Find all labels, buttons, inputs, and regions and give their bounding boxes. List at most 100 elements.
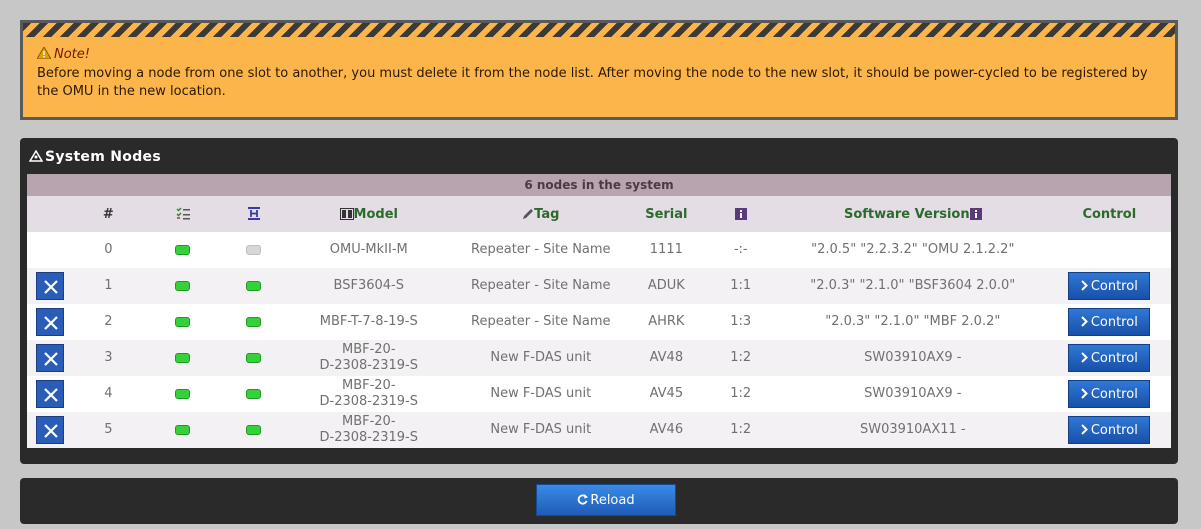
info-icon bbox=[969, 207, 982, 220]
close-icon bbox=[44, 388, 59, 402]
footer-bar: Reload bbox=[20, 478, 1178, 524]
table-row: 0 OMU-MkII-M Repeater - Site Name 1111 -… bbox=[27, 232, 1171, 268]
reload-button[interactable]: Reload bbox=[536, 484, 676, 516]
row-serial: AV48 bbox=[629, 340, 704, 376]
header-model: Model bbox=[285, 196, 453, 232]
control-button[interactable]: Control bbox=[1068, 272, 1151, 300]
table-row: 1 BSF3604-S Repeater - Site Name ADUK 1:… bbox=[27, 268, 1171, 304]
row-tag: New F-DAS unit bbox=[452, 412, 630, 448]
row-slot: 1:2 bbox=[703, 376, 778, 412]
row-model: MBF-20- D-2308-2319-S bbox=[285, 340, 453, 376]
row-tag: New F-DAS unit bbox=[452, 340, 630, 376]
table-row: 5 MBF-20- D-2308-2319-S New F-DAS unit AV… bbox=[27, 412, 1171, 448]
delete-node-button[interactable] bbox=[36, 308, 65, 336]
status-led-green bbox=[175, 280, 191, 291]
header-tag: Tag bbox=[452, 196, 630, 232]
row-serial: AV46 bbox=[629, 412, 704, 448]
status-led-green bbox=[175, 316, 191, 327]
header-status-list bbox=[143, 196, 223, 232]
note-text: Before moving a node from one slot to an… bbox=[37, 66, 1148, 99]
row-model: BSF3604-S bbox=[285, 268, 453, 304]
chevron-right-icon bbox=[1081, 424, 1088, 435]
row-tag: Repeater - Site Name bbox=[452, 268, 630, 304]
row-index: 3 bbox=[73, 340, 144, 376]
row-slot: 1:2 bbox=[703, 340, 778, 376]
row-model: OMU-MkII-M bbox=[285, 232, 453, 268]
delete-node-button[interactable] bbox=[36, 272, 65, 300]
row-serial: AHRK bbox=[629, 304, 704, 340]
row-index: 4 bbox=[73, 376, 144, 412]
header-control: Control bbox=[1047, 196, 1171, 232]
row-index: 1 bbox=[73, 268, 144, 304]
row-serial: AV45 bbox=[629, 376, 704, 412]
row-software: SW03910AX9 - bbox=[777, 376, 1048, 412]
delete-node-button[interactable] bbox=[36, 344, 65, 372]
status-led-green bbox=[175, 424, 191, 435]
delete-node-button[interactable] bbox=[36, 380, 65, 408]
control-button[interactable]: Control bbox=[1068, 416, 1151, 444]
refresh-icon bbox=[578, 494, 589, 505]
note-box: Note! Before moving a node from one slot… bbox=[20, 20, 1178, 120]
row-software: "2.0.3" "2.1.0" "BSF3604 2.0.0" bbox=[777, 268, 1048, 304]
row-index: 5 bbox=[73, 412, 144, 448]
status-led-green bbox=[175, 244, 191, 255]
row-slot: 1:2 bbox=[703, 412, 778, 448]
header-row: # Model Tag Serial Software Version Cont… bbox=[27, 196, 1171, 232]
row-slot: -:- bbox=[703, 232, 778, 268]
delete-node-button[interactable] bbox=[36, 416, 65, 444]
nodes-table: 6 nodes in the system # Model Tag Serial… bbox=[27, 174, 1171, 448]
warning-icon bbox=[37, 47, 51, 59]
row-tag: Repeater - Site Name bbox=[452, 232, 630, 268]
row-tag: Repeater - Site Name bbox=[452, 304, 630, 340]
sync-icon bbox=[247, 206, 260, 220]
status-led-green bbox=[246, 424, 262, 435]
header-delete bbox=[27, 196, 74, 232]
chevron-right-icon bbox=[1081, 280, 1088, 291]
info-icon bbox=[734, 207, 747, 220]
header-index: # bbox=[73, 196, 144, 232]
row-serial: ADUK bbox=[629, 268, 704, 304]
row-index: 2 bbox=[73, 304, 144, 340]
status-led-green bbox=[246, 388, 262, 399]
header-status-sync bbox=[222, 196, 286, 232]
panel-title: System Nodes bbox=[27, 138, 1171, 174]
header-software: Software Version bbox=[777, 196, 1048, 232]
row-software: "2.0.3" "2.1.0" "MBF 2.0.2" bbox=[777, 304, 1048, 340]
header-serial: Serial bbox=[629, 196, 704, 232]
close-icon bbox=[44, 316, 59, 330]
note-title: Note! bbox=[37, 47, 1175, 62]
summary-row: 6 nodes in the system bbox=[27, 174, 1171, 196]
row-model: MBF-T-7-8-19-S bbox=[285, 304, 453, 340]
model-icon bbox=[339, 207, 354, 220]
hazard-stripes bbox=[23, 23, 1175, 37]
status-led-green bbox=[246, 316, 262, 327]
row-serial: 1111 bbox=[629, 232, 704, 268]
nodes-count: 6 nodes in the system bbox=[27, 174, 1171, 196]
row-tag: New F-DAS unit bbox=[452, 376, 630, 412]
chevron-right-icon bbox=[1081, 388, 1088, 399]
status-led-green bbox=[246, 352, 262, 363]
control-button[interactable]: Control bbox=[1068, 380, 1151, 408]
delete-cell bbox=[27, 232, 74, 268]
row-index: 0 bbox=[73, 232, 144, 268]
row-slot: 1:3 bbox=[703, 304, 778, 340]
control-button[interactable]: Control bbox=[1068, 344, 1151, 372]
close-icon bbox=[44, 352, 59, 366]
row-software: "2.0.5" "2.2.3.2" "OMU 2.1.2.2" bbox=[777, 232, 1048, 268]
status-led-green bbox=[175, 388, 191, 399]
row-model: MBF-20- D-2308-2319-S bbox=[285, 376, 453, 412]
row-software: SW03910AX11 - bbox=[777, 412, 1048, 448]
status-led-green bbox=[175, 352, 191, 363]
row-model: MBF-20- D-2308-2319-S bbox=[285, 412, 453, 448]
pencil-icon bbox=[523, 208, 534, 219]
chevron-right-icon bbox=[1081, 352, 1088, 363]
control-button[interactable]: Control bbox=[1068, 308, 1151, 336]
close-icon bbox=[44, 280, 59, 294]
row-software: SW03910AX9 - bbox=[777, 340, 1048, 376]
network-icon bbox=[29, 150, 43, 162]
table-row: 4 MBF-20- D-2308-2319-S New F-DAS unit AV… bbox=[27, 376, 1171, 412]
row-slot: 1:1 bbox=[703, 268, 778, 304]
close-icon bbox=[44, 424, 59, 438]
table-row: 3 MBF-20- D-2308-2319-S New F-DAS unit AV… bbox=[27, 340, 1171, 376]
status-led-green bbox=[246, 280, 262, 291]
